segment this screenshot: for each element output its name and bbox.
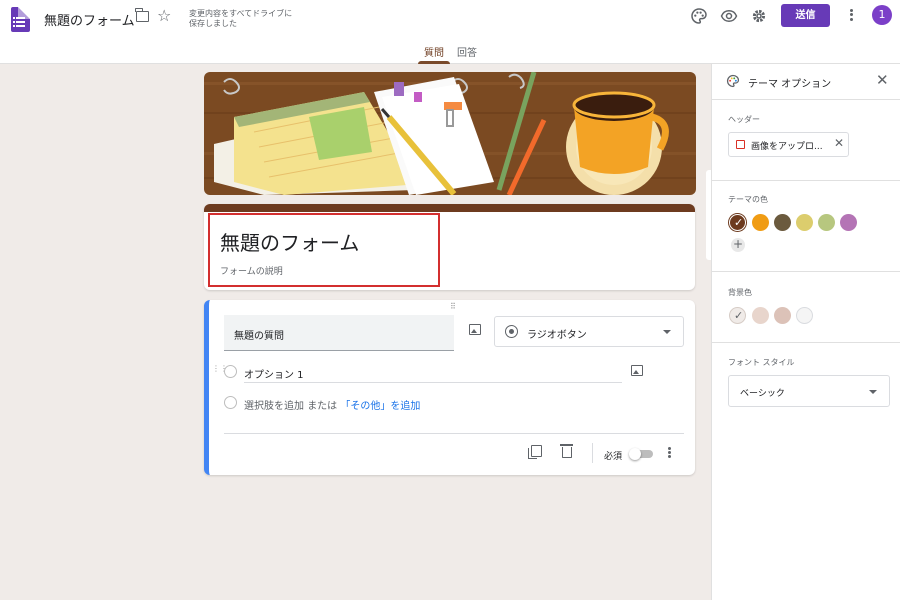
add-or-text: または bbox=[307, 401, 338, 412]
add-option-row: 選択肢を追加 または 「その他」を追加 bbox=[244, 397, 420, 412]
panel-header: テーマ オプション ✕ bbox=[712, 64, 900, 100]
document-title[interactable]: 無題のフォーム bbox=[44, 10, 135, 29]
upload-label: 画像をアップロ... bbox=[751, 142, 823, 152]
divider bbox=[712, 271, 900, 272]
option-label[interactable]: オプション 1 bbox=[244, 366, 304, 381]
eye-icon[interactable] bbox=[720, 7, 738, 25]
palette-icon[interactable] bbox=[690, 7, 708, 25]
background-color-swatch[interactable]: ✓ bbox=[729, 307, 746, 324]
gear-icon[interactable] bbox=[750, 7, 768, 25]
theme-color-swatch[interactable]: ✓ bbox=[729, 214, 746, 231]
upload-image-button[interactable]: 画像をアップロ... ✕ bbox=[728, 132, 849, 157]
highlight-annotation bbox=[208, 213, 440, 287]
question-type-label: ラジオボタン bbox=[527, 330, 587, 341]
header-image bbox=[204, 72, 696, 195]
chevron-down-icon bbox=[663, 330, 671, 334]
theme-color-label: テーマの色 bbox=[728, 195, 768, 204]
add-image-icon[interactable] bbox=[469, 324, 481, 335]
check-icon: ✓ bbox=[734, 216, 744, 229]
radio-icon bbox=[224, 365, 237, 378]
theme-color-swatch[interactable] bbox=[774, 214, 791, 231]
top-bar: 無題のフォーム ☆ 変更内容をすべてドライブに保存しました 送信 1 質問 回答 bbox=[0, 0, 900, 64]
font-style-label: フォント スタイル bbox=[728, 358, 795, 367]
drag-handle-icon[interactable]: ⠿ bbox=[450, 302, 457, 311]
tab-answers[interactable]: 回答 bbox=[457, 44, 477, 59]
close-icon[interactable]: ✕ bbox=[834, 136, 844, 150]
chevron-down-icon bbox=[869, 390, 877, 394]
add-icon[interactable]: + bbox=[731, 238, 745, 252]
close-icon[interactable]: ✕ bbox=[876, 71, 889, 89]
question-type-select[interactable]: ラジオボタン bbox=[494, 316, 684, 347]
option-image-icon[interactable] bbox=[631, 365, 643, 376]
trash-icon[interactable] bbox=[560, 444, 573, 458]
folder-icon[interactable] bbox=[135, 8, 149, 22]
question-title-input[interactable]: 無題の質問 bbox=[224, 315, 454, 351]
tab-questions[interactable]: 質問 bbox=[424, 44, 444, 59]
font-style-select[interactable]: ベーシック bbox=[728, 375, 890, 407]
background-color-swatch[interactable] bbox=[774, 307, 791, 324]
save-status: 変更内容をすべてドライブに保存しました bbox=[189, 9, 293, 28]
theme-color-swatch[interactable] bbox=[818, 214, 835, 231]
theme-color-swatch[interactable] bbox=[840, 214, 857, 231]
background-color-label: 背景色 bbox=[728, 288, 752, 297]
background-color-swatch[interactable] bbox=[752, 307, 769, 324]
background-color-swatch[interactable] bbox=[796, 307, 813, 324]
font-style-value: ベーシック bbox=[740, 389, 785, 399]
header-label: ヘッダー bbox=[728, 115, 760, 124]
divider bbox=[712, 180, 900, 181]
question-card[interactable]: ⠿ 無題の質問 ラジオボタン ⋮⋮ オプション 1 選択肢を追加 または 「その… bbox=[204, 300, 695, 475]
theme-color-swatch[interactable] bbox=[752, 214, 769, 231]
radio-button-icon bbox=[505, 325, 518, 338]
more-vert-icon[interactable] bbox=[667, 446, 671, 460]
panel-title: テーマ オプション bbox=[748, 79, 832, 90]
check-icon: ✓ bbox=[734, 309, 744, 322]
forms-app-icon[interactable] bbox=[11, 7, 30, 32]
theme-options-panel: テーマ オプション ✕ ヘッダー 画像をアップロ... ✕ テーマの色 ✓ + … bbox=[711, 64, 900, 600]
active-tab-indicator bbox=[418, 61, 450, 64]
theme-color-swatch[interactable] bbox=[796, 214, 813, 231]
palette-icon bbox=[727, 74, 740, 88]
copy-icon[interactable] bbox=[528, 445, 542, 459]
more-vert-icon[interactable] bbox=[849, 7, 853, 23]
star-icon[interactable]: ☆ bbox=[157, 6, 171, 25]
required-toggle[interactable] bbox=[629, 448, 653, 460]
avatar[interactable]: 1 bbox=[872, 5, 892, 25]
footer-divider bbox=[592, 443, 593, 463]
add-other-link[interactable]: 「その他」を追加 bbox=[340, 401, 420, 412]
divider bbox=[712, 342, 900, 343]
add-option-link[interactable]: 選択肢を追加 bbox=[244, 401, 304, 412]
image-icon bbox=[736, 140, 745, 149]
required-label: 必須 bbox=[604, 452, 623, 462]
option-underline bbox=[244, 382, 622, 383]
send-button[interactable]: 送信 bbox=[781, 4, 830, 27]
radio-icon bbox=[224, 396, 237, 409]
question-footer-divider bbox=[224, 433, 684, 434]
